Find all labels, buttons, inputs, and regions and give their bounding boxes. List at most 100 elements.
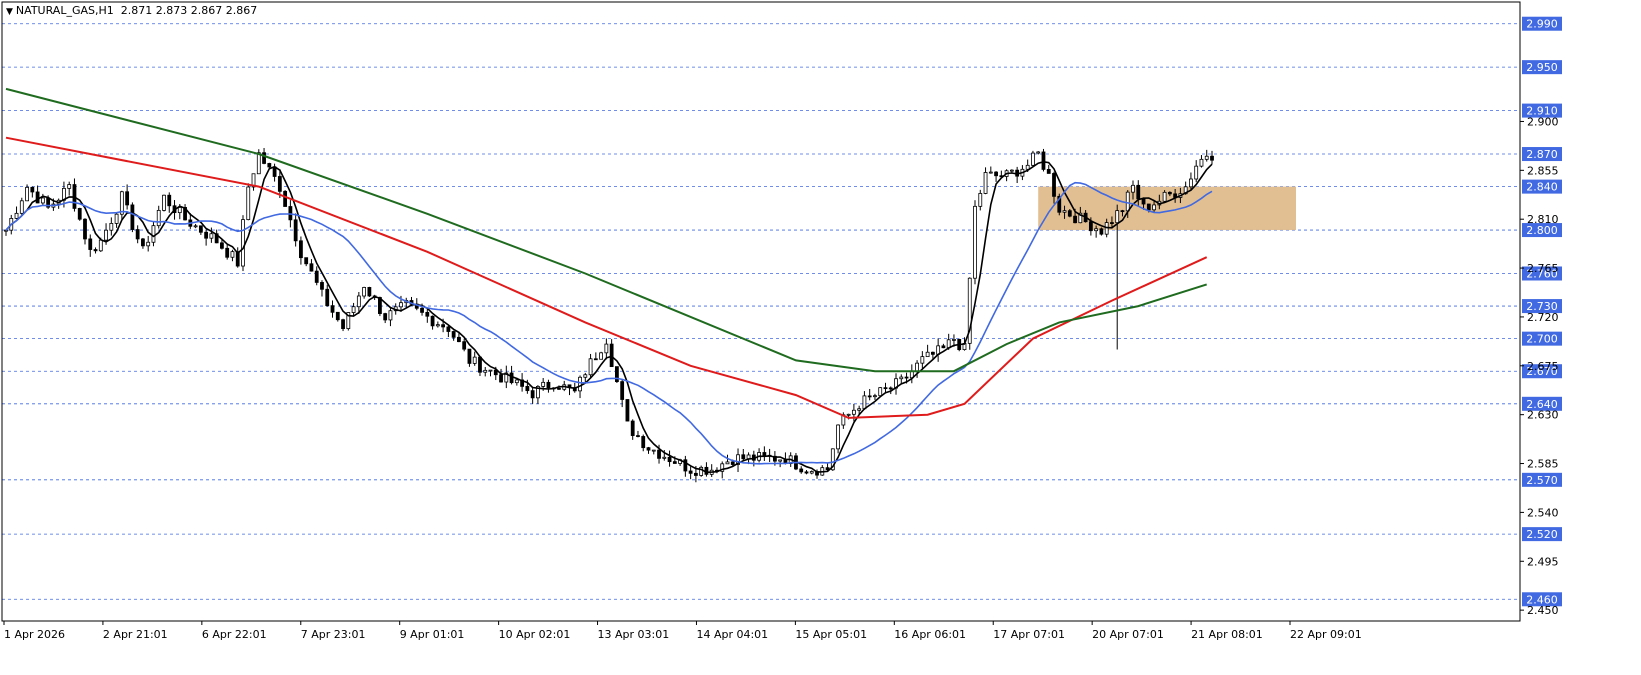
candle-body — [920, 356, 925, 364]
candle-body — [809, 471, 814, 474]
candle-body — [1046, 169, 1051, 174]
time-tick-label: 20 Apr 07:01 — [1092, 628, 1164, 641]
dropdown-triangle-icon[interactable]: ▼ — [6, 7, 13, 17]
candle-body — [1031, 152, 1035, 166]
level-label: 2.570 — [1526, 474, 1558, 487]
candle-body — [383, 313, 388, 321]
candle-body — [662, 456, 667, 459]
candle-body — [35, 191, 40, 204]
candle-body — [93, 249, 98, 252]
candle-body — [167, 194, 172, 207]
candle-body — [19, 200, 24, 214]
time-tick-label: 1 Apr 2026 — [4, 628, 65, 641]
price-tick-label: 2.720 — [1527, 311, 1559, 324]
candle-body — [762, 452, 767, 456]
candle-body — [25, 186, 29, 202]
time-tick-label: 10 Apr 02:01 — [499, 628, 571, 641]
candle-body — [367, 287, 372, 297]
chart-background — [0, 0, 1641, 675]
ohlc-readout: 2.871 2.873 2.867 2.867 — [120, 4, 258, 17]
candle-body — [399, 302, 403, 308]
time-tick-label: 13 Apr 03:01 — [598, 628, 670, 641]
candle-body — [40, 197, 45, 204]
candle-body — [578, 376, 582, 392]
candle-body — [978, 193, 983, 207]
candle-body — [741, 454, 746, 460]
candle-body — [430, 315, 435, 327]
candle-body — [672, 461, 677, 464]
candle-body — [104, 229, 108, 241]
candle-body — [904, 376, 909, 379]
candle-body — [941, 345, 946, 349]
candle-body — [1073, 215, 1077, 224]
candle-body — [1110, 222, 1114, 224]
candle-body — [651, 449, 656, 452]
candle-body — [351, 306, 356, 313]
candle-body — [983, 172, 988, 194]
candle-body — [1141, 198, 1146, 205]
level-label: 2.870 — [1526, 148, 1558, 161]
price-tick-label: 2.585 — [1527, 458, 1559, 471]
time-tick-label: 21 Apr 08:01 — [1191, 628, 1263, 641]
symbol-header[interactable]: ▼ NATURAL_GAS,H1 2.871 2.873 2.867 2.867 — [6, 4, 257, 17]
level-label: 2.990 — [1526, 18, 1558, 31]
symbol-label: NATURAL_GAS,H1 — [15, 4, 114, 17]
candle-body — [725, 461, 730, 465]
candle-body — [14, 212, 19, 219]
candle-body — [530, 390, 535, 399]
candle-body — [1162, 191, 1167, 202]
candle-body — [1009, 169, 1014, 172]
candle-body — [356, 295, 361, 308]
candle-body — [230, 251, 235, 258]
candle-body — [804, 471, 809, 474]
candle-body — [883, 387, 888, 390]
time-tick-label: 17 Apr 07:01 — [993, 628, 1065, 641]
candle-body — [325, 288, 330, 307]
candle-body — [30, 186, 35, 193]
price-chart[interactable]: 2.9902.9502.9102.8702.8402.8002.7602.730… — [0, 0, 1641, 675]
candle-body — [135, 229, 140, 240]
candle-body — [420, 307, 424, 313]
candle-body — [973, 205, 977, 279]
candle-body — [930, 351, 935, 355]
candle-body — [1125, 191, 1130, 212]
candle-body — [457, 336, 461, 343]
candle-body — [546, 381, 551, 389]
candle-body — [141, 238, 145, 247]
candle-body — [478, 356, 482, 373]
candle-body — [1204, 155, 1209, 160]
candle-body — [293, 219, 298, 242]
candle-body — [641, 436, 646, 449]
candle-body — [220, 242, 224, 249]
candle-body — [1062, 210, 1067, 213]
candle-body — [646, 447, 651, 451]
price-tick-label: 2.855 — [1527, 164, 1559, 177]
candle-body — [388, 310, 393, 321]
price-tick-label: 2.495 — [1527, 555, 1559, 568]
candle-body — [209, 233, 214, 239]
candle-body — [636, 435, 640, 437]
candle-body — [1146, 203, 1151, 211]
candle-body — [288, 206, 293, 221]
candle-body — [1131, 184, 1135, 193]
candle-body — [878, 387, 883, 397]
candle-body — [604, 343, 609, 354]
candle-body — [1088, 221, 1093, 232]
time-tick-label: 15 Apr 05:01 — [795, 628, 867, 641]
time-tick-label: 9 Apr 01:01 — [400, 628, 465, 641]
candle-body — [1099, 228, 1104, 235]
candle-body — [1115, 210, 1120, 224]
candle-body — [1041, 151, 1046, 170]
candle-body — [483, 369, 488, 373]
candle-body — [198, 225, 203, 233]
time-tick-label: 7 Apr 23:01 — [301, 628, 366, 641]
candle-body — [1194, 165, 1199, 180]
price-tick-label: 2.540 — [1527, 506, 1559, 519]
candle-body — [335, 311, 340, 321]
candle-body — [256, 152, 261, 175]
candle-body — [588, 358, 593, 376]
candle-body — [177, 207, 182, 214]
candle-body — [541, 381, 546, 387]
candle-body — [77, 208, 82, 220]
candle-body — [925, 351, 930, 358]
